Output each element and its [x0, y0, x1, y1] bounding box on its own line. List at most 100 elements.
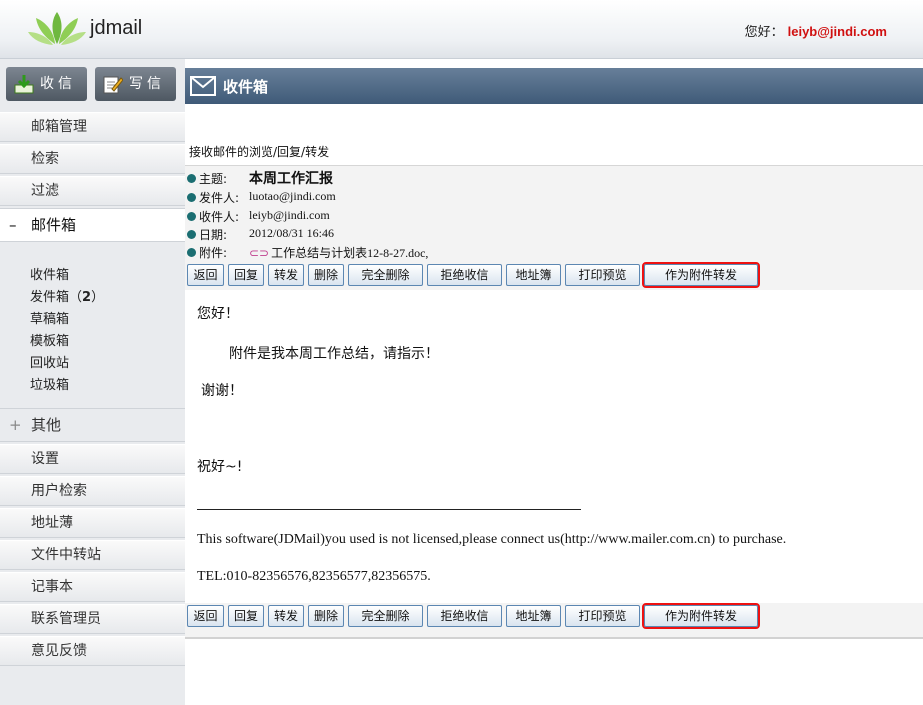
folder-name: 发件箱: [30, 290, 70, 305]
field-label: 日期:: [199, 228, 228, 242]
back-button[interactable]: 返回: [187, 605, 224, 627]
body-line: 附件是我本周工作总结，请指示！: [229, 346, 439, 362]
sidebar-item-label: 文件中转站: [31, 547, 101, 563]
body-thanks: 谢谢！: [201, 383, 243, 399]
compose-label: 写信: [129, 76, 165, 92]
sidebar-item-mailboxes[interactable]: – 邮件箱: [0, 208, 185, 242]
bullet-icon: [187, 212, 196, 221]
sidebar-item-settings[interactable]: 设置: [0, 444, 185, 474]
sidebar-item-label: 地址薄: [31, 515, 73, 531]
reply-button[interactable]: 回复: [228, 605, 264, 627]
panel-titlebar: 收件箱: [185, 68, 923, 104]
sidebar-item-label: 设置: [31, 451, 59, 467]
sidebar-item-label: 意见反馈: [31, 643, 87, 659]
receive-label: 收信: [40, 76, 76, 92]
folder-drafts[interactable]: 草稿箱: [30, 308, 69, 327]
print-preview-button[interactable]: 打印预览: [565, 605, 640, 627]
folder-list: 收件箱 发件箱（2） 草稿箱 模板箱 回收站 垃圾箱: [0, 242, 185, 408]
compose-pencil-icon: [103, 76, 123, 94]
attachment-row: 附件: ⊂⊃ 工作总结与计划表12-8-27.doc,: [187, 244, 428, 261]
address-book-button[interactable]: 地址簿: [506, 605, 561, 627]
sidebar-item-label: 过滤: [31, 183, 59, 199]
reply-button[interactable]: 回复: [228, 264, 264, 286]
sidebar-item-label: 联系管理员: [31, 611, 101, 627]
forward-as-attachment-button[interactable]: 作为附件转发: [642, 603, 760, 629]
delete-button[interactable]: 删除: [308, 264, 344, 286]
user-greeting: 您好： leiyb@jindi.com: [745, 21, 887, 40]
signature-divider: [197, 509, 581, 510]
folder-templates[interactable]: 模板箱: [30, 330, 69, 349]
leaf-logo-icon: [28, 12, 86, 45]
sidebar-item-label: 记事本: [31, 579, 73, 595]
attachment-link[interactable]: ⊂⊃ 工作总结与计划表12-8-27.doc,: [249, 244, 428, 261]
sidebar-item-label: 检索: [31, 151, 59, 167]
date-value: 2012/08/31 16:46: [249, 226, 335, 240]
top-header: jdmail 您好： leiyb@jindi.com: [0, 0, 923, 59]
sidebar-item-feedback[interactable]: 意见反馈: [0, 636, 185, 666]
bullet-icon: [187, 248, 196, 257]
folder-count: 2: [82, 290, 92, 305]
folder-inbox[interactable]: 收件箱: [30, 264, 69, 283]
greeting-label: 您好：: [744, 25, 784, 40]
delete-button[interactable]: 删除: [308, 605, 344, 627]
bottom-toolbar-bar: 返回 回复 转发 删除 完全删除 拒绝收信 地址簿 打印预览 作为附件转发: [185, 603, 923, 639]
brand-name: jdmail: [90, 17, 143, 39]
paperclip-icon: ⊂⊃: [249, 246, 270, 260]
folder-name: 收件箱: [30, 268, 70, 283]
body-greeting: 您好！: [197, 306, 239, 322]
field-label: 附件:: [199, 246, 228, 260]
collapse-minus-icon: –: [9, 216, 17, 234]
permanent-delete-button[interactable]: 完全删除: [348, 605, 423, 627]
field-label: 主题:: [199, 172, 228, 186]
forward-button[interactable]: 转发: [268, 605, 304, 627]
from-row: 发件人: luotao@jindi.com: [187, 189, 336, 206]
sidebar-item-label: 用户检索: [31, 483, 87, 499]
sidebar-item-contact-admin[interactable]: 联系管理员: [0, 604, 185, 634]
back-button[interactable]: 返回: [187, 264, 224, 286]
print-preview-button[interactable]: 打印预览: [565, 264, 640, 286]
sidebar-item-notepad[interactable]: 记事本: [0, 572, 185, 602]
body-closing: 祝好~!: [197, 459, 243, 475]
folder-name: 回收站: [30, 356, 70, 371]
folder-outbox[interactable]: 发件箱（2）: [30, 286, 104, 305]
sidebar-item-other[interactable]: + 其他: [0, 408, 185, 442]
sidebar-item-address-book[interactable]: 地址薄: [0, 508, 185, 538]
breadcrumb: 接收邮件的浏览/回复/转发: [189, 145, 330, 159]
to-value[interactable]: leiyb@jindi.com: [249, 208, 330, 223]
to-row: 收件人: leiyb@jindi.com: [187, 208, 330, 225]
sidebar-item-label: 邮箱管理: [31, 119, 87, 135]
address-book-button[interactable]: 地址簿: [506, 264, 561, 286]
contact-tel: TEL:010-82356576,82356577,82356575.: [197, 569, 431, 584]
forward-button[interactable]: 转发: [268, 264, 304, 286]
compose-button[interactable]: 写信: [95, 67, 176, 101]
user-email[interactable]: leiyb@jindi.com: [788, 24, 887, 39]
page-title: 收件箱: [223, 78, 269, 96]
sidebar-item-label: 其他: [31, 416, 62, 434]
inbox-download-icon: [14, 75, 34, 94]
sidebar-item-mailbox-management[interactable]: 邮箱管理: [0, 112, 185, 142]
bullet-icon: [187, 230, 196, 239]
license-notice: This software(JDMail)you used is not lic…: [197, 532, 787, 547]
sidebar-item-search[interactable]: 检索: [0, 144, 185, 174]
envelope-icon: [190, 76, 216, 96]
sidebar-item-file-transfer[interactable]: 文件中转站: [0, 540, 185, 570]
block-sender-button[interactable]: 拒绝收信: [427, 605, 502, 627]
block-sender-button[interactable]: 拒绝收信: [427, 264, 502, 286]
receive-button[interactable]: 收信: [6, 67, 87, 101]
from-value[interactable]: luotao@jindi.com: [249, 189, 336, 204]
sidebar-item-user-search[interactable]: 用户检索: [0, 476, 185, 506]
permanent-delete-button[interactable]: 完全删除: [348, 264, 423, 286]
sidebar-action-buttons: 收信 写信: [0, 59, 185, 111]
bullet-icon: [187, 174, 196, 183]
sidebar: 收信 写信 邮箱管理 检索 过滤 – 邮件箱 收件箱 发件箱（2） 草稿箱 模板…: [0, 59, 185, 705]
forward-as-attachment-button[interactable]: 作为附件转发: [642, 262, 760, 288]
subject-row: 主题: 本周工作汇报: [187, 170, 333, 187]
folder-junk[interactable]: 垃圾箱: [30, 374, 69, 393]
folder-recycle-bin[interactable]: 回收站: [30, 352, 69, 371]
bullet-icon: [187, 193, 196, 202]
sidebar-item-label: 邮件箱: [31, 216, 77, 234]
date-row: 日期: 2012/08/31 16:46: [187, 226, 334, 243]
field-label: 收件人:: [199, 210, 240, 224]
sidebar-item-filter[interactable]: 过滤: [0, 176, 185, 206]
folder-name: 模板箱: [30, 334, 70, 349]
